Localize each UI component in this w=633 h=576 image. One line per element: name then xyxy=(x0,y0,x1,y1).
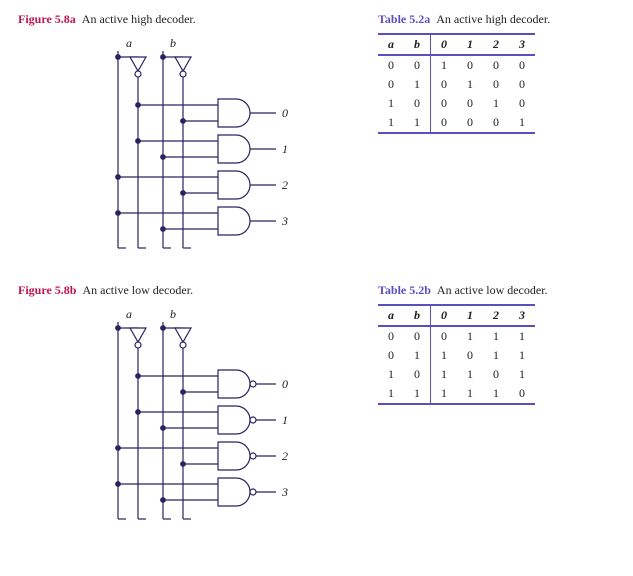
th-1: 1 xyxy=(457,305,483,326)
table-row: 01 0100 xyxy=(378,75,535,94)
truth-table-b: a b 0 1 2 3 00 0111 01 1011 xyxy=(378,304,535,405)
table-a-block: Table 5.2a An active high decoder. a b 0… xyxy=(378,12,598,263)
output-3-label: 3 xyxy=(281,214,288,228)
table-row: 00 1000 xyxy=(378,55,535,75)
input-a-label: a xyxy=(126,307,132,321)
output-0-label: 0 xyxy=(282,377,288,391)
table-b-text: An active low decoder. xyxy=(437,283,548,297)
table-row: 11 0001 xyxy=(378,113,535,133)
table-row: 10 0010 xyxy=(378,94,535,113)
truth-table-a: a b 0 1 2 3 00 1000 01 0100 xyxy=(378,33,535,134)
table-row: 01 1011 xyxy=(378,346,535,365)
page: Figure 5.8a An active high decoder. a b xyxy=(0,0,633,576)
output-3-label: 3 xyxy=(281,485,288,499)
th-0: 0 xyxy=(431,305,458,326)
table-row: 00 0111 xyxy=(378,326,535,346)
row-top: Figure 5.8a An active high decoder. a b xyxy=(18,12,615,263)
table-a-text: An active high decoder. xyxy=(436,12,550,26)
figure-b-caption: Figure 5.8b An active low decoder. xyxy=(18,283,338,298)
output-2-label: 2 xyxy=(282,449,288,463)
figure-a-id: Figure 5.8a xyxy=(18,12,76,26)
output-1-label: 1 xyxy=(282,413,288,427)
output-1-label: 1 xyxy=(282,142,288,156)
row-bottom: Figure 5.8b An active low decoder. a b 0 xyxy=(18,283,615,534)
th-b: b xyxy=(404,305,431,326)
table-b-id: Table 5.2b xyxy=(378,283,431,297)
table-a-id: Table 5.2a xyxy=(378,12,430,26)
th-3: 3 xyxy=(509,34,535,55)
input-b-label: b xyxy=(170,307,176,321)
figure-a-caption: Figure 5.8a An active high decoder. xyxy=(18,12,338,27)
figure-b-text: An active low decoder. xyxy=(82,283,193,297)
decoder-high-diagram: a b xyxy=(18,33,318,263)
th-b: b xyxy=(404,34,431,55)
table-a-caption: Table 5.2a An active high decoder. xyxy=(378,12,598,27)
figure-a-block: Figure 5.8a An active high decoder. a b xyxy=(18,12,338,263)
th-1: 1 xyxy=(457,34,483,55)
figure-b-id: Figure 5.8b xyxy=(18,283,76,297)
th-a: a xyxy=(378,305,404,326)
th-2: 2 xyxy=(483,34,509,55)
decoder-low-diagram: a b 0 1 xyxy=(18,304,318,534)
table-b-block: Table 5.2b An active low decoder. a b 0 … xyxy=(378,283,598,534)
output-2-label: 2 xyxy=(282,178,288,192)
figure-a-text: An active high decoder. xyxy=(82,12,196,26)
input-b-label: b xyxy=(170,36,176,50)
table-row: 10 1101 xyxy=(378,365,535,384)
th-a: a xyxy=(378,34,404,55)
th-2: 2 xyxy=(483,305,509,326)
table-b-caption: Table 5.2b An active low decoder. xyxy=(378,283,598,298)
th-3: 3 xyxy=(509,305,535,326)
table-row: 11 1110 xyxy=(378,384,535,404)
th-0: 0 xyxy=(431,34,458,55)
figure-b-block: Figure 5.8b An active low decoder. a b 0 xyxy=(18,283,338,534)
output-0-label: 0 xyxy=(282,106,288,120)
input-a-label: a xyxy=(126,36,132,50)
